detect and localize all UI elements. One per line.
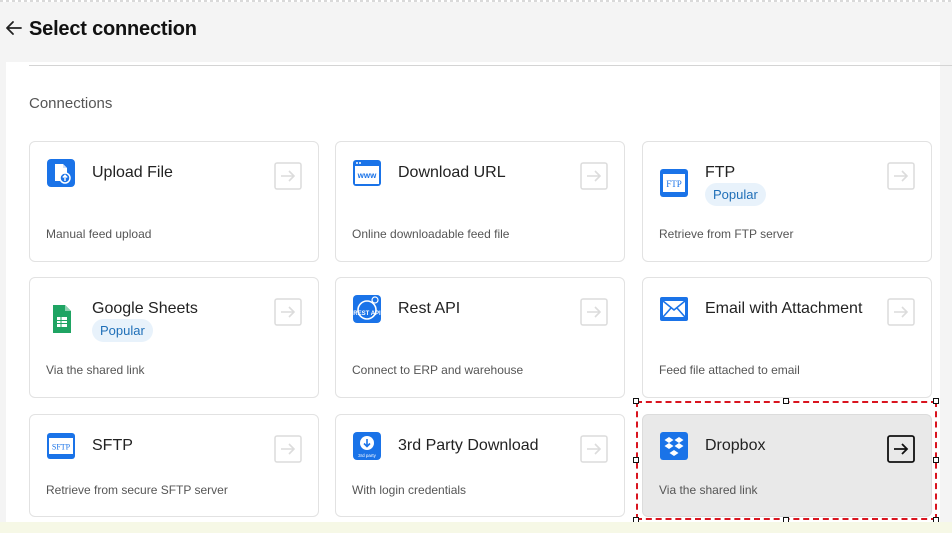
resize-handle[interactable] [933, 398, 939, 404]
divider [29, 65, 952, 66]
left-gutter [0, 62, 6, 522]
card-description: Feed file attached to email [659, 363, 800, 377]
card-title: Email with Attachment [705, 300, 863, 317]
section-label: Connections [29, 95, 113, 112]
popular-badge: Popular [92, 319, 153, 342]
card-description: Manual feed upload [46, 227, 152, 241]
page-title: Select connection [29, 18, 197, 40]
card-google-sheets[interactable]: Google Sheets Popular Via the shared lin… [29, 277, 319, 398]
card-title: Rest API [398, 300, 461, 317]
arrow-right-icon[interactable] [274, 298, 302, 326]
card-title: Upload File [92, 164, 173, 181]
resize-handle[interactable] [933, 457, 939, 463]
arrow-right-icon[interactable] [580, 435, 608, 463]
arrow-right-icon[interactable] [887, 435, 915, 463]
third-party-download-icon: 3rd party [353, 432, 381, 460]
card-upload-file[interactable]: Upload File Manual feed upload [29, 141, 319, 262]
rest-api-icon-text: REST API [353, 311, 381, 317]
card-description: Online downloadable feed file [352, 227, 510, 241]
card-title: FTP [705, 164, 736, 181]
upload-file-icon [47, 159, 75, 187]
arrow-right-icon[interactable] [580, 162, 608, 190]
ftp-icon: FTP [660, 169, 688, 197]
card-description: With login credentials [352, 483, 467, 497]
arrow-right-icon[interactable] [274, 435, 302, 463]
resize-handle[interactable] [633, 457, 639, 463]
card-description: Via the shared link [659, 483, 758, 497]
resize-handle[interactable] [783, 398, 789, 404]
card-description: Retrieve from FTP server [659, 227, 794, 241]
popular-badge: Popular [705, 183, 766, 206]
card-dropbox[interactable]: Dropbox Via the shared link [642, 414, 932, 517]
back-arrow-icon[interactable] [4, 18, 24, 38]
google-sheets-icon [53, 305, 71, 333]
arrow-right-icon[interactable] [887, 162, 915, 190]
card-3rd-party-download[interactable]: 3rd party 3rd Party Download With login … [335, 414, 625, 517]
card-sftp[interactable]: SFTP SFTP Retrieve from secure SFTP serv… [29, 414, 319, 517]
card-title: Dropbox [705, 437, 766, 454]
www-icon: www [353, 160, 381, 186]
card-title: SFTP [92, 437, 133, 454]
card-download-url[interactable]: www Download URL Online downloadable fee… [335, 141, 625, 262]
www-icon-text: www [357, 171, 377, 180]
resize-handle[interactable] [633, 398, 639, 404]
card-description: Via the shared link [46, 363, 145, 377]
header: Select connection [0, 2, 952, 62]
card-email-with-attachment[interactable]: Email with Attachment Feed file attached… [642, 277, 932, 398]
card-description: Connect to ERP and warehouse [352, 363, 524, 377]
rest-api-icon: REST API [353, 295, 381, 323]
sftp-icon-text: SFTP [52, 443, 71, 452]
arrow-right-icon[interactable] [274, 162, 302, 190]
arrow-right-icon[interactable] [580, 298, 608, 326]
card-title: Download URL [398, 164, 506, 181]
mail-icon [660, 297, 688, 321]
ftp-icon-text: FTP [666, 179, 682, 189]
card-rest-api[interactable]: REST API Rest API Connect to ERP and war… [335, 277, 625, 398]
right-gutter [940, 62, 952, 522]
dropbox-icon [660, 432, 688, 460]
card-ftp[interactable]: FTP FTP Popular Retrieve from FTP server [642, 141, 932, 262]
arrow-right-icon[interactable] [887, 298, 915, 326]
bottom-strip [0, 522, 952, 533]
card-title: 3rd Party Download [398, 437, 539, 454]
card-title: Google Sheets [92, 300, 198, 317]
card-description: Retrieve from secure SFTP server [46, 483, 228, 497]
sftp-icon: SFTP [47, 433, 75, 459]
third-party-icon-text: 3rd party [358, 453, 377, 458]
